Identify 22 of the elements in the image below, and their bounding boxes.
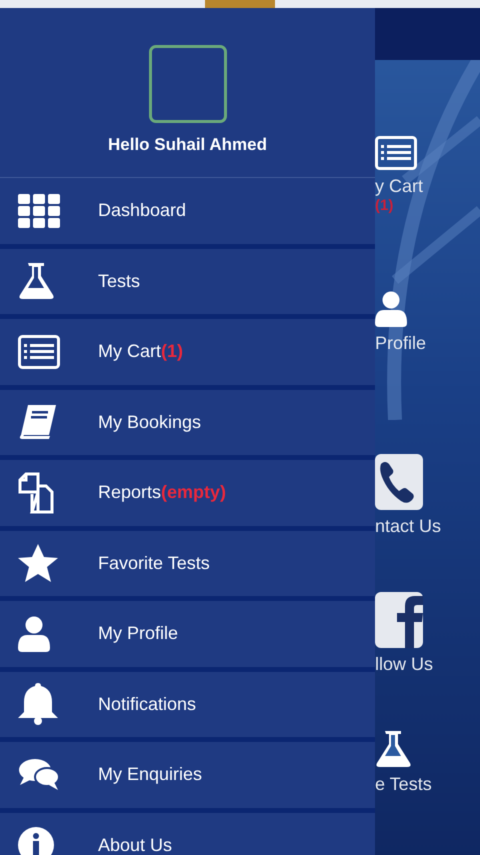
count-text: (1) [375, 197, 394, 214]
bell-icon [18, 683, 58, 726]
book-icon [18, 404, 58, 440]
status-bar-indicator [205, 0, 275, 8]
menu-item[interactable]: Dashboard [0, 178, 375, 248]
social-icon [375, 592, 423, 648]
person-icon [18, 616, 50, 652]
tile-label: y Cart [375, 176, 424, 197]
tile-label: ntact Us [375, 516, 442, 537]
chat-icon [18, 758, 60, 792]
person-icon [375, 291, 407, 327]
phone-icon [375, 454, 423, 510]
list-icon [18, 334, 60, 369]
greeting-text: Hello Suhail Ahmed [108, 135, 267, 155]
tile-label: Profile [375, 333, 426, 354]
flask-icon [18, 262, 54, 300]
flask-icon [375, 730, 411, 768]
star-icon [18, 544, 58, 582]
grid-icon [18, 194, 60, 228]
tile-label: e Tests [375, 774, 432, 795]
list-icon [375, 136, 417, 170]
tile-label: llow Us [375, 654, 434, 675]
